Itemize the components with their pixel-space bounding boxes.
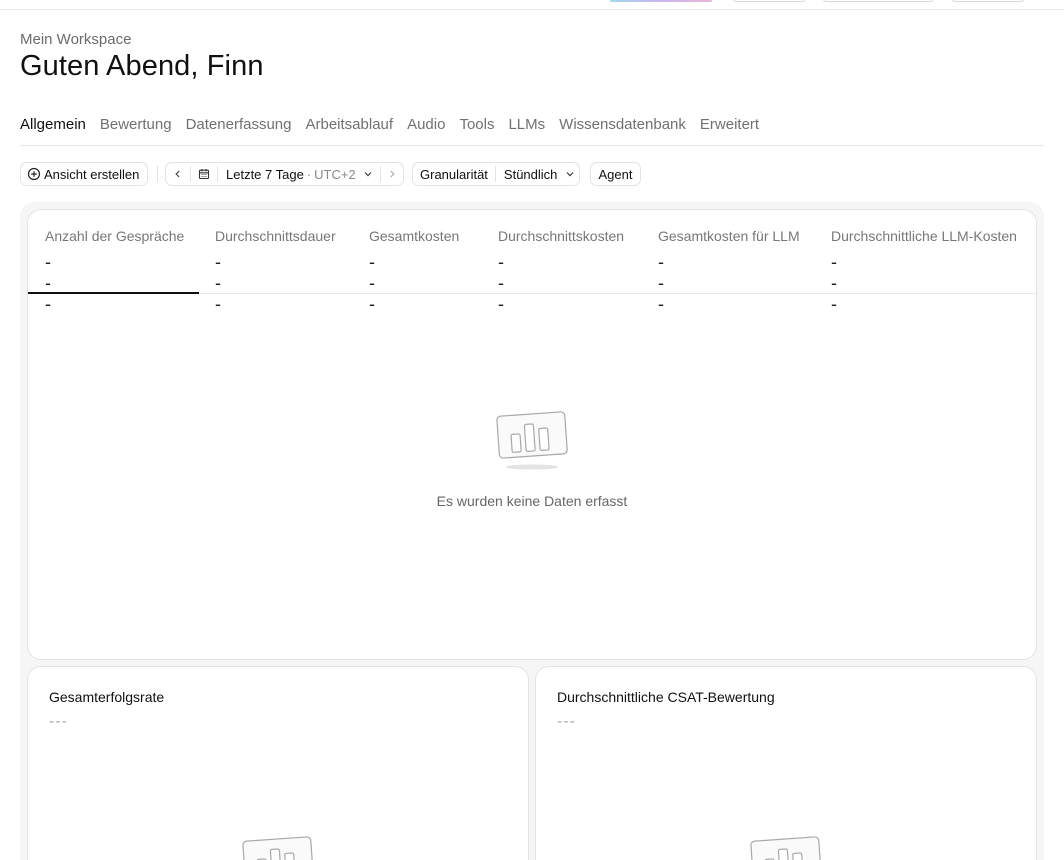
tab-wissensdatenbank[interactable]: Wissensdatenbank (559, 116, 686, 134)
card-title: Durchschnittliche CSAT-Bewertung (557, 689, 775, 705)
bar-chart-empty-icon (494, 406, 570, 472)
tab-erweitert[interactable]: Erweitert (700, 116, 759, 134)
tab-arbeitsablauf[interactable]: Arbeitsablauf (306, 116, 394, 134)
tab-bewertung[interactable]: Bewertung (100, 116, 172, 134)
metric-value: --- (658, 252, 665, 314)
create-view-button[interactable]: Ansicht erstellen (20, 162, 148, 186)
metric-tab-avg-duration[interactable]: Durchschnittsdauer --- (199, 210, 353, 314)
chevron-left-icon[interactable] (166, 169, 190, 179)
empty-state-text: Es wurden keine Daten erfasst (436, 493, 628, 509)
chevron-right-icon[interactable] (381, 169, 403, 179)
top-bar (0, 0, 1064, 10)
metric-label: Durchschnittskosten (498, 228, 625, 244)
metric-label: Durchschnittliche LLM-Kosten (831, 228, 1017, 244)
metric-label: Gesamtkosten (369, 228, 460, 244)
create-view-label: Ansicht erstellen (44, 166, 140, 182)
granularity-value: Stündlich (503, 166, 558, 182)
top-bar-button[interactable] (952, 0, 1024, 2)
main-chart-card: Anzahl der Gespräche --- Durchschnittsda… (27, 209, 1037, 660)
card-value: --- (557, 713, 576, 730)
metric-tab-avg-cost[interactable]: Durchschnittskosten --- (481, 210, 641, 314)
metric-value: --- (215, 252, 222, 314)
metric-tab-conversations[interactable]: Anzahl der Gespräche --- (28, 210, 199, 314)
metric-value: --- (369, 252, 376, 314)
calendar-icon[interactable] (191, 168, 217, 180)
bar-chart-empty-icon (240, 831, 316, 860)
tab-tools[interactable]: Tools (459, 116, 494, 134)
tab-allgemein[interactable]: Allgemein (20, 116, 86, 134)
csat-card: Durchschnittliche CSAT-Bewertung --- (535, 666, 1037, 860)
empty-state: Es wurden keine Daten erfasst (28, 406, 1036, 509)
top-bar-progress (610, 0, 712, 2)
agent-filter-label: Agent (598, 166, 633, 182)
tab-llms[interactable]: LLMs (508, 116, 545, 134)
tab-bar: Allgemein Bewertung Datenerfassung Arbei… (20, 116, 1044, 146)
metric-tab-llm-total-cost[interactable]: Gesamtkosten für LLM --- (641, 210, 814, 314)
metric-tabs: Anzahl der Gespräche --- Durchschnittsda… (28, 210, 1036, 314)
plus-circle-icon (27, 167, 41, 181)
card-title: Gesamterfolgsrate (49, 689, 165, 705)
metric-label: Durchschnittsdauer (215, 228, 336, 244)
page-title: Guten Abend, Finn (20, 50, 264, 82)
success-rate-card: Gesamterfolgsrate --- (27, 666, 529, 860)
date-range-picker: Letzte 7 Tage · UTC+2 (165, 162, 404, 186)
bar-chart-empty-icon (748, 831, 824, 860)
top-bar-button[interactable] (823, 0, 933, 2)
date-range-dropdown[interactable]: Letzte 7 Tage · UTC+2 (218, 167, 380, 182)
metric-value: --- (831, 252, 838, 314)
workspace-name: Mein Workspace (20, 31, 132, 48)
top-bar-button[interactable] (733, 0, 805, 2)
tab-audio[interactable]: Audio (407, 116, 445, 134)
metric-label: Gesamtkosten für LLM (658, 228, 800, 244)
chevron-down-icon (363, 169, 373, 179)
timezone-label: UTC+2 (314, 166, 356, 182)
divider (157, 166, 158, 182)
chevron-down-icon (565, 169, 575, 179)
metric-value: --- (45, 252, 52, 314)
date-separator: · (306, 166, 312, 182)
granularity-select[interactable]: Granularität Stündlich (412, 162, 580, 186)
granularity-label: Granularität (420, 166, 488, 182)
card-value: --- (49, 713, 68, 730)
metric-value: --- (498, 252, 505, 314)
agent-filter-button[interactable]: Agent (590, 162, 641, 186)
metric-tab-llm-avg-cost[interactable]: Durchschnittliche LLM-Kosten --- (814, 210, 1036, 314)
dashboard-panel: Anzahl der Gespräche --- Durchschnittsda… (20, 202, 1044, 860)
metric-tab-total-cost[interactable]: Gesamtkosten --- (353, 210, 481, 314)
date-range-label: Letzte 7 Tage (226, 166, 304, 182)
metric-label: Anzahl der Gespräche (45, 228, 185, 244)
tab-datenerfassung[interactable]: Datenerfassung (186, 116, 292, 134)
